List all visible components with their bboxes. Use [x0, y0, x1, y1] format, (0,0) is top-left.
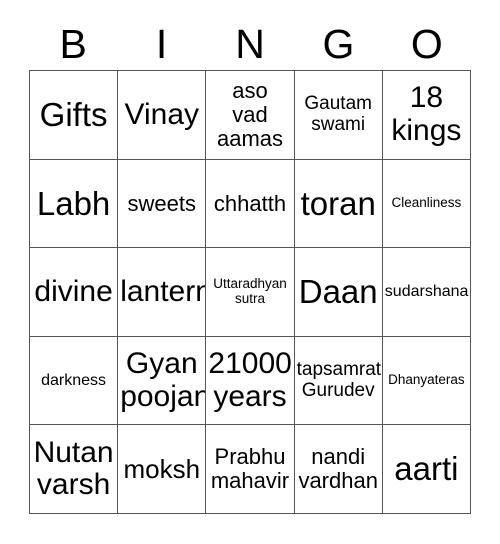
- bingo-cell-text: divine: [34, 274, 113, 308]
- bingo-cell-text: moksh: [123, 454, 201, 485]
- bingo-cell-r2c5[interactable]: Cleanliness: [382, 159, 471, 249]
- bingo-cell-r1c5[interactable]: 18 kings: [382, 71, 471, 160]
- bingo-cell-r2c4[interactable]: toran: [294, 159, 383, 249]
- bingo-cell-text: Gifts: [39, 95, 108, 133]
- bingo-header-letter-o: O: [410, 20, 443, 67]
- bingo-cell-text: tapsamrat Gurudev: [296, 359, 382, 401]
- bingo-header-letter-i: I: [155, 20, 168, 67]
- bingo-cell-r2c3[interactable]: chhatth: [206, 159, 295, 249]
- bingo-header-row: B I N G O: [29, 18, 471, 70]
- bingo-cell-text: Dhanyateras: [388, 372, 465, 388]
- bingo-cell-text: toran: [300, 184, 376, 222]
- bingo-cell-text: 21000 years: [208, 347, 292, 413]
- bingo-cell-r5c5[interactable]: aarti: [382, 425, 471, 514]
- bingo-header-letter-n: N: [235, 20, 265, 67]
- bingo-cell-r5c2[interactable]: moksh: [118, 425, 207, 514]
- bingo-cell-r4c1[interactable]: darkness: [30, 336, 119, 426]
- bingo-cell-text: Vinay: [124, 97, 200, 131]
- bingo-cell-text: 18 kings: [391, 81, 462, 147]
- bingo-cell-r4c2[interactable]: Gyan poojan: [118, 336, 207, 426]
- bingo-cell-text: sudarshana: [384, 283, 469, 301]
- bingo-header-letter-g: G: [322, 20, 355, 67]
- bingo-cell-text: Gautam swami: [304, 93, 372, 135]
- bingo-cell-r1c1[interactable]: Gifts: [30, 71, 119, 160]
- bingo-cell-r4c4[interactable]: tapsamrat Gurudev: [294, 336, 383, 426]
- bingo-cell-text: Prabhu mahavir: [210, 444, 290, 494]
- bingo-cell-r3c2[interactable]: lantern: [118, 248, 207, 337]
- bingo-cell-r2c1[interactable]: Labh: [30, 159, 119, 249]
- bingo-cell-text: Cleanliness: [391, 195, 462, 211]
- bingo-cell-r1c2[interactable]: Vinay: [118, 71, 207, 160]
- bingo-cell-text: Nutan varsh: [33, 435, 114, 502]
- bingo-cell-r3c4[interactable]: Daan: [294, 248, 383, 337]
- bingo-cell-text: aso vad aamas: [216, 78, 284, 151]
- bingo-cell-r4c3[interactable]: 21000 years: [206, 336, 295, 426]
- bingo-cell-r5c3[interactable]: Prabhu mahavir: [206, 425, 295, 514]
- bingo-cell-text: nandi vardhan: [298, 444, 378, 494]
- bingo-cell-r3c5[interactable]: sudarshana: [382, 248, 471, 337]
- bingo-cell-text: Uttaradhyan sutra: [213, 276, 287, 306]
- bingo-cell-text: Labh: [36, 184, 111, 222]
- bingo-cell-r4c5[interactable]: Dhanyateras: [382, 336, 471, 426]
- bingo-cell-r3c1[interactable]: divine: [30, 248, 119, 337]
- bingo-grid: Gifts Vinay aso vad aamas Gautam swami 1…: [29, 70, 471, 514]
- bingo-card: B I N G O Gifts Vinay aso vad aamas Gaut…: [0, 0, 500, 544]
- bingo-cell-r1c3[interactable]: aso vad aamas: [206, 71, 295, 160]
- bingo-cell-r5c4[interactable]: nandi vardhan: [294, 425, 383, 514]
- bingo-cell-text: lantern: [120, 274, 207, 308]
- bingo-cell-text: Gyan poojan: [120, 347, 207, 413]
- bingo-cell-text: chhatth: [213, 190, 287, 216]
- bingo-cell-text: aarti: [394, 450, 459, 488]
- bingo-cell-r1c4[interactable]: Gautam swami: [294, 71, 383, 160]
- bingo-cell-text: sweets: [127, 190, 197, 216]
- bingo-cell-text: darkness: [41, 371, 107, 389]
- bingo-cell-r3c3[interactable]: Uttaradhyan sutra: [206, 248, 295, 337]
- bingo-cell-text: Daan: [298, 273, 378, 311]
- bingo-header-letter-b: B: [59, 20, 87, 67]
- bingo-cell-r2c2[interactable]: sweets: [118, 159, 207, 249]
- bingo-cell-r5c1[interactable]: Nutan varsh: [30, 425, 119, 514]
